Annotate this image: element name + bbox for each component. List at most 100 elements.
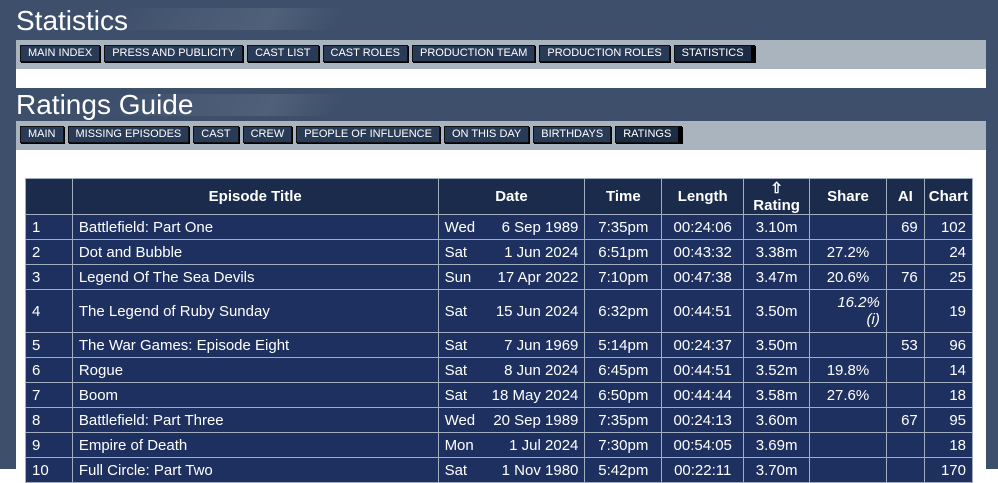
header-time[interactable]: Time [584,178,663,215]
statistics-nav-press-and-publicity[interactable]: PRESS AND PUBLICITY [104,45,244,62]
row-chart: 102 [923,214,974,240]
row-num: 8 [25,407,73,433]
row-date-value: 17 Apr 2022 [497,268,579,286]
ratings-guide-header: Ratings Guide [0,88,998,121]
row-num: 1 [25,214,73,240]
row-date: Wed 20 Sep 1989 [437,407,586,433]
ratings_guide-nav-birthdays[interactable]: BIRTHDAYS [533,126,612,143]
row-episode-title[interactable]: Rogue [71,357,439,383]
row-rating: 3.10m [743,214,811,240]
row-date-value: 18 May 2024 [491,386,579,404]
row-length: 00:47:38 [661,264,745,290]
row-rating: 3.70m [743,457,811,483]
row-share [809,457,887,483]
row-date: Sat 1 Nov 1980 [437,457,586,483]
ratings_guide-nav-cast[interactable]: CAST [193,126,239,143]
row-episode-title[interactable]: Empire of Death [71,432,439,458]
table-row: 9 Empire of Death Mon 1 Jul 2024 7:30pm 00:54… [25,432,974,458]
statistics-nav-bar: MAIN INDEX PRESS AND PUBLICITY CAST LIST CA… [16,40,986,69]
row-date-value: 20 Sep 1989 [493,411,579,429]
row-day: Wed [444,218,476,236]
row-num: 6 [25,357,73,383]
ratings-nav-bar: MAIN MISSING EPISODES CAST CREW PEOPLE OF IN… [16,121,986,150]
row-date: Sat 7 Jun 1969 [437,332,586,358]
row-day: Mon [444,436,474,454]
row-episode-title[interactable]: Battlefield: Part Three [71,407,439,433]
row-rating: 3.60m [743,407,811,433]
row-ai: 76 [885,264,925,290]
row-day: Sat [444,243,468,261]
header-episode-title[interactable]: Episode Title [71,178,439,215]
row-episode-title[interactable]: The War Games: Episode Eight [71,332,439,358]
row-num: 2 [25,239,73,265]
ratings-table: Episode Title Date Time Length ⇧ Rating … [25,178,974,483]
row-ai [885,382,925,408]
ratings_guide-nav-ratings[interactable]: RATINGS [615,126,683,143]
row-ai: 69 [885,214,925,240]
statistics-nav-cast-roles[interactable]: CAST ROLES [322,45,408,62]
ratings_guide-nav-people-of-influence[interactable]: PEOPLE OF INFLUENCE [296,126,440,143]
statistics-content-strip [16,69,986,88]
row-share [809,407,887,433]
row-ai [885,289,925,333]
statistics-nav-cast-list[interactable]: CAST LIST [247,45,319,62]
ratings_guide-nav-main[interactable]: MAIN [20,126,64,143]
ratings-header-left-band [0,121,16,469]
table-row: 5 The War Games: Episode Eight Sat 7 Jun 19… [25,332,974,358]
statistics-header: Statistics [0,0,998,40]
statistics-nav-main-index[interactable]: MAIN INDEX [20,45,101,62]
ratings_guide-nav-crew[interactable]: CREW [242,126,293,143]
row-time: 6:32pm [584,289,663,333]
table-header-row: Episode Title Date Time Length ⇧ Rating … [25,178,974,215]
row-episode-title[interactable]: Legend Of The Sea Devils [71,264,439,290]
ratings-header-right-band [986,121,998,469]
row-rating: 3.38m [743,239,811,265]
row-day: Wed [444,411,476,429]
row-date: Sat 8 Jun 2024 [437,357,586,383]
row-share: 16.2% (i) [809,289,887,333]
row-day: Sat [444,302,468,320]
row-ai [885,457,925,483]
row-episode-title[interactable]: Boom [71,382,439,408]
row-chart: 24 [923,239,974,265]
row-length: 00:24:13 [661,407,745,433]
row-time: 7:35pm [584,214,663,240]
statistics-nav-production-roles[interactable]: PRODUCTION ROLES [539,45,670,62]
statistics-nav-statistics[interactable]: STATISTICS [673,45,755,62]
statistics-nav-production-team[interactable]: PRODUCTION TEAM [412,45,536,62]
table-row: 4 The Legend of Ruby Sunday Sat 15 Jun 2024… [25,289,974,333]
header-share[interactable]: Share [809,178,887,215]
row-date-value: 15 Jun 2024 [495,302,579,320]
row-share: 19.8% [809,357,887,383]
row-share-note[interactable]: (i) [816,311,880,328]
table-row: 6 Rogue Sat 8 Jun 2024 6:45pm 00:44:51 3.52m 19… [25,357,974,383]
row-date: Sat 1 Jun 2024 [437,239,586,265]
row-rating: 3.69m [743,432,811,458]
row-share [809,432,887,458]
row-episode-title[interactable]: Battlefield: Part One [71,214,439,240]
ratings-table-area: Episode Title Date Time Length ⇧ Rating … [16,150,986,483]
header-ai[interactable]: AI [885,178,925,215]
ratings_guide-nav-on-this-day[interactable]: ON THIS DAY [443,126,530,143]
statistics-header-right-band [986,40,998,88]
row-time: 7:35pm [584,407,663,433]
ratings_guide-nav-missing-episodes[interactable]: MISSING EPISODES [67,126,190,143]
table-row: 1 Battlefield: Part One Wed 6 Sep 1989 7:35p… [25,214,974,240]
header-chart[interactable]: Chart [923,178,974,215]
row-share [809,214,887,240]
row-episode-title[interactable]: Full Circle: Part Two [71,457,439,483]
row-length: 00:22:11 [661,457,745,483]
row-ai: 53 [885,332,925,358]
row-num: 4 [25,289,73,333]
header-rating[interactable]: ⇧ Rating [743,178,811,215]
row-length: 00:44:51 [661,357,745,383]
header-length[interactable]: Length [661,178,745,215]
row-chart: 14 [923,357,974,383]
row-num: 3 [25,264,73,290]
row-chart: 95 [923,407,974,433]
header-date[interactable]: Date [437,178,586,215]
row-episode-title[interactable]: The Legend of Ruby Sunday [71,289,439,333]
row-rating: 3.47m [743,264,811,290]
row-date: Sat 15 Jun 2024 [437,289,586,333]
row-episode-title[interactable]: Dot and Bubble [71,239,439,265]
